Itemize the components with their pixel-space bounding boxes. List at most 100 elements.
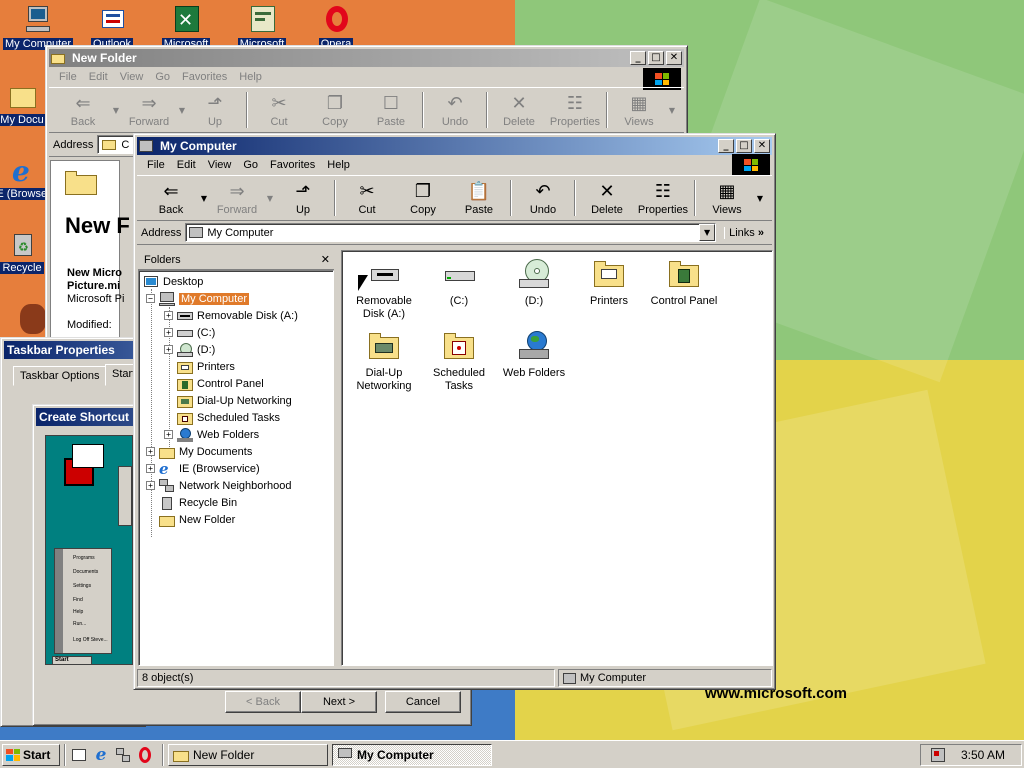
item-control-panel[interactable]: Control Panel <box>646 259 722 308</box>
back-button[interactable]: < Back <box>225 691 301 713</box>
tree-item-dialup-networking[interactable]: Dial-Up Networking <box>177 392 292 409</box>
menu-favorites[interactable]: Favorites <box>264 159 321 171</box>
close-pane-icon[interactable]: ✕ <box>321 253 330 266</box>
menu-edit[interactable]: Edit <box>171 159 202 171</box>
maximize-button[interactable]: □ <box>736 139 752 153</box>
expand-icon[interactable]: + <box>164 328 173 337</box>
menu-edit[interactable]: Edit <box>83 71 114 83</box>
quicklaunch-network-icon[interactable] <box>114 746 132 764</box>
up-button[interactable]: ⬏ Up <box>187 88 243 132</box>
expand-icon[interactable]: + <box>146 481 155 490</box>
start-button[interactable]: Start <box>2 743 60 766</box>
tree-item-removable-disk[interactable]: + Removable Disk (A:) <box>164 307 298 324</box>
expand-icon[interactable]: + <box>164 430 173 439</box>
item-printers[interactable]: Printers <box>571 259 647 308</box>
forward-button[interactable]: ⇒ Forward <box>121 88 177 132</box>
links-button[interactable]: Links » <box>724 226 768 239</box>
item-c-drive[interactable]: (C:) <box>421 259 497 308</box>
minimize-button[interactable]: _ <box>718 139 734 153</box>
clock[interactable]: 3:50 AM <box>961 748 1005 762</box>
expand-icon[interactable]: + <box>164 345 173 354</box>
menu-file[interactable]: File <box>141 159 171 171</box>
tree-item-my-documents[interactable]: + My Documents <box>146 443 252 460</box>
item-d-drive[interactable]: (D:) <box>496 259 572 308</box>
desktop-icon-excel[interactable]: ✕ Microsoft <box>148 4 224 50</box>
quicklaunch-opera-icon[interactable] <box>136 746 154 764</box>
menu-file[interactable]: File <box>53 71 83 83</box>
chevron-down-icon[interactable]: ▼ <box>177 88 187 132</box>
tree-item-web-folders[interactable]: + Web Folders <box>164 426 259 443</box>
task-my-computer[interactable]: My Computer <box>332 743 492 766</box>
tree-item-ie-browservice[interactable]: + e IE (Browservice) <box>146 460 260 477</box>
tree-item-control-panel[interactable]: Control Panel <box>177 375 264 392</box>
maximize-button[interactable]: □ <box>648 51 664 65</box>
my-computer-window[interactable]: My Computer _ □ ✕ File Edit View Go Favo… <box>133 133 776 690</box>
views-button[interactable]: ▦ Views <box>699 176 755 220</box>
properties-button[interactable]: ☷ Properties <box>547 88 603 132</box>
desktop-icon-outlook[interactable]: Outlook <box>74 4 150 50</box>
delete-button[interactable]: ✕ Delete <box>491 88 547 132</box>
up-button[interactable]: ⬏ Up <box>275 176 331 220</box>
paste-button[interactable]: 📋 Paste <box>451 176 507 220</box>
chevron-down-icon[interactable]: ▼ <box>265 176 275 220</box>
cut-button[interactable]: ✂ Cut <box>339 176 395 220</box>
quicklaunch-desktop-icon[interactable] <box>70 746 88 764</box>
address-input[interactable]: My Computer ▼ <box>185 223 717 242</box>
content-pane[interactable]: Removable Disk (A:) (C:) (D:) Printers C… <box>341 250 773 666</box>
copy-button[interactable]: ❐ Copy <box>307 88 363 132</box>
tree-item-d-drive[interactable]: + (D:) <box>164 341 215 358</box>
address-dropdown-button[interactable]: ▼ <box>699 224 716 241</box>
tree-item-my-computer[interactable]: − My Computer <box>146 290 250 307</box>
menu-favorites[interactable]: Favorites <box>176 71 233 83</box>
item-scheduled-tasks[interactable]: Scheduled Tasks <box>421 331 497 393</box>
cut-button[interactable]: ✂ Cut <box>251 88 307 132</box>
close-button[interactable]: ✕ <box>754 139 770 153</box>
desktop-icon-my-computer[interactable]: My Computer <box>0 4 76 50</box>
chevron-down-icon[interactable]: ▼ <box>755 176 765 220</box>
quicklaunch-ie-icon[interactable]: e <box>92 746 110 764</box>
menu-go[interactable]: Go <box>149 71 176 83</box>
tree-item-recycle-bin[interactable]: Recycle Bin <box>159 494 237 511</box>
desktop-icon-project[interactable]: Microsoft <box>224 4 300 50</box>
expand-icon[interactable]: + <box>146 464 155 473</box>
menu-view[interactable]: View <box>202 159 238 171</box>
item-web-folders[interactable]: Web Folders <box>496 331 572 380</box>
desktop-icon-opera[interactable]: Opera <box>298 4 374 50</box>
item-dialup-networking[interactable]: Dial-Up Networking <box>346 331 422 393</box>
task-new-folder[interactable]: New Folder <box>168 743 328 766</box>
tree-item-scheduled-tasks[interactable]: Scheduled Tasks <box>177 409 280 426</box>
menu-help[interactable]: Help <box>233 71 268 83</box>
tree-item-new-folder[interactable]: New Folder <box>159 511 235 528</box>
collapse-icon[interactable]: − <box>146 294 155 303</box>
forward-button[interactable]: ⇒ Forward <box>209 176 265 220</box>
views-button[interactable]: ▦ Views <box>611 88 667 132</box>
menu-go[interactable]: Go <box>237 159 264 171</box>
delete-button[interactable]: ✕ Delete <box>579 176 635 220</box>
back-button[interactable]: ⇐ Back <box>143 176 199 220</box>
chevron-down-icon[interactable]: ▼ <box>111 88 121 132</box>
my-computer-titlebar[interactable]: My Computer _ □ ✕ <box>137 137 772 155</box>
menu-help[interactable]: Help <box>321 159 356 171</box>
properties-button[interactable]: ☷ Properties <box>635 176 691 220</box>
minimize-button[interactable]: _ <box>630 51 646 65</box>
menu-view[interactable]: View <box>114 71 150 83</box>
cancel-button[interactable]: Cancel <box>385 691 461 713</box>
tree-item-network-neighborhood[interactable]: + Network Neighborhood <box>146 477 292 494</box>
chevron-down-icon[interactable]: ▼ <box>199 176 209 220</box>
tab-taskbar-options[interactable]: Taskbar Options <box>13 366 107 386</box>
next-button[interactable]: Next > <box>301 691 377 713</box>
taskbar-properties-titlebar[interactable]: Taskbar Properties <box>4 341 142 359</box>
paste-button[interactable]: ☐ Paste <box>363 88 419 132</box>
pane-splitter[interactable] <box>334 250 341 666</box>
chevron-down-icon[interactable]: ▼ <box>667 88 677 132</box>
tree-item-c-drive[interactable]: + (C:) <box>164 324 215 341</box>
expand-icon[interactable]: + <box>164 311 173 320</box>
folder-tree[interactable]: Desktop − My Computer + Removable Disk (… <box>138 270 334 666</box>
close-button[interactable]: ✕ <box>666 51 682 65</box>
back-button[interactable]: ⇐ Back <box>55 88 111 132</box>
tree-item-desktop[interactable]: Desktop <box>143 273 203 290</box>
copy-button[interactable]: ❐ Copy <box>395 176 451 220</box>
undo-button[interactable]: ↶ Undo <box>427 88 483 132</box>
tray-settings-icon[interactable] <box>929 746 947 764</box>
new-folder-titlebar[interactable]: New Folder _ □ ✕ <box>49 49 684 67</box>
